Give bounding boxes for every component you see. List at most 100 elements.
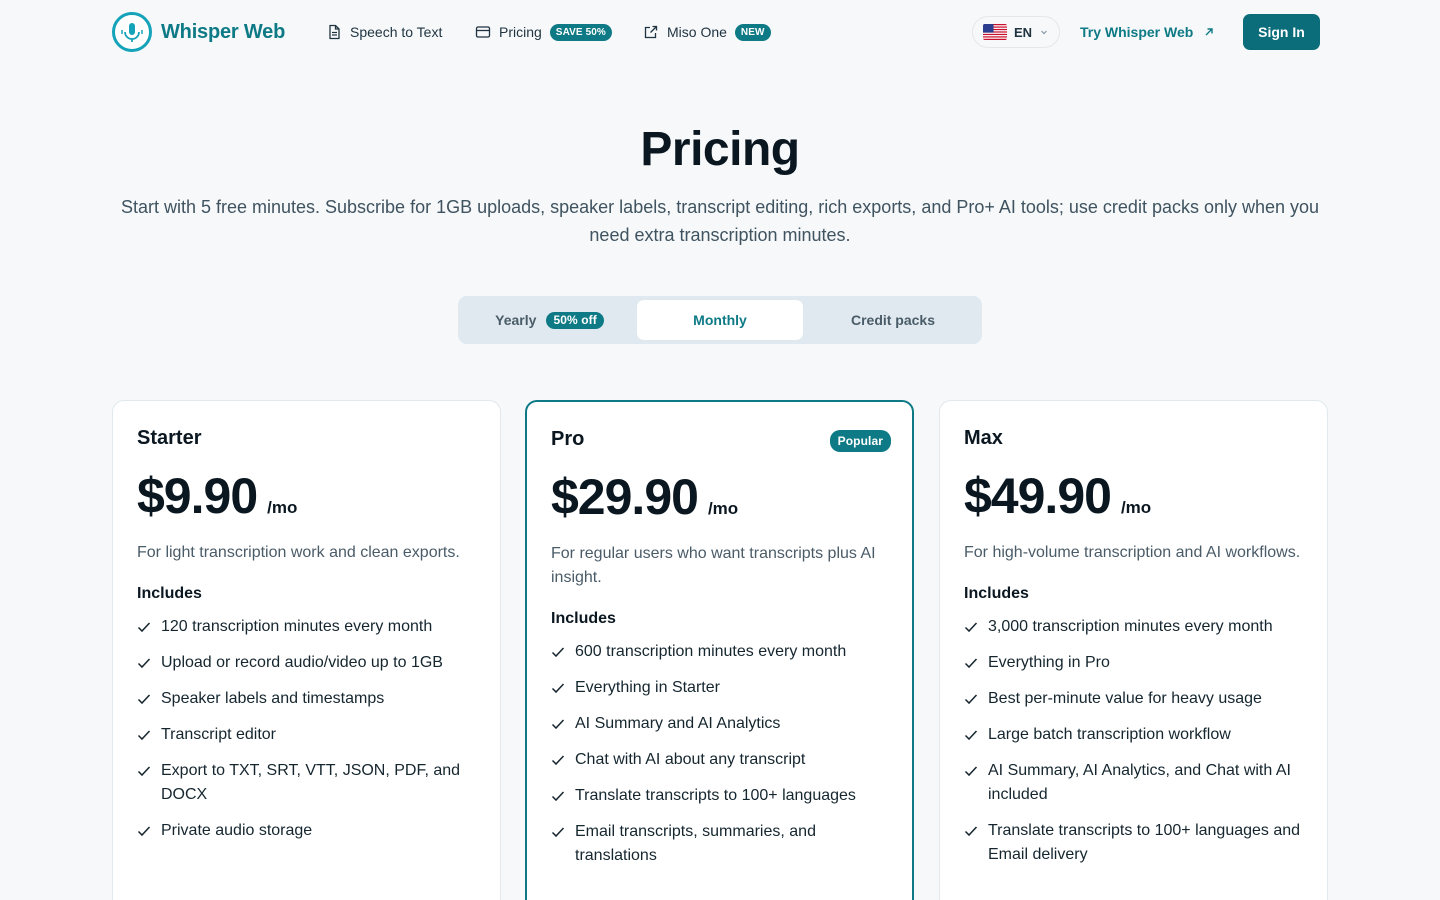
billing-toggle: Yearly 50% off Monthly Credit packs [458,296,982,344]
list-item: Chat with AI about any transcript [551,748,891,772]
feature-text: 3,000 transcription minutes every month [988,618,1273,635]
list-item: Translate transcripts to 100+ languages [551,784,891,808]
plan-name: Max [964,427,1003,449]
check-icon [964,658,978,669]
feature-text: Transcript editor [161,726,276,743]
check-icon [964,730,978,741]
feature-text: Large batch transcription workflow [988,726,1231,743]
try-whisper-web-link[interactable]: Try Whisper Web [1080,20,1215,44]
new-badge: NEW [734,23,771,41]
plan-period: /mo [267,498,298,517]
plan-description: For light transcription work and clean e… [137,544,460,561]
list-item: Large batch transcription workflow [964,723,1304,747]
tab-monthly[interactable]: Monthly [637,300,803,340]
nav-link-label: Speech to Text [350,24,443,40]
list-item: Best per-minute value for heavy usage [964,687,1304,711]
brand-name: Whisper Web [161,20,286,43]
list-item: Everything in Starter [551,676,891,700]
external-link-icon [644,25,658,39]
includes-heading: Includes [551,610,616,627]
feature-list: 600 transcription minutes every month Ev… [551,640,891,868]
list-item: AI Summary, AI Analytics, and Chat with … [964,759,1304,807]
language-label: EN [1014,24,1033,40]
check-icon [551,755,565,766]
list-item: Transcript editor [137,723,477,747]
check-icon [551,683,565,694]
includes-heading: Includes [137,585,202,602]
feature-text: Translate transcripts to 100+ languages [575,787,856,804]
plan-price: $29.90 [551,469,699,525]
brand-logo[interactable]: Whisper Web [112,12,285,52]
sign-in-button[interactable]: Sign In [1243,14,1320,50]
popular-badge: Popular [829,430,891,452]
list-item: Email transcripts, summaries, and transl… [551,820,891,868]
feature-text: Best per-minute value for heavy usage [988,690,1262,707]
plan-description: For regular users who want transcripts p… [551,545,876,586]
discount-badge: 50% off [546,311,604,329]
feature-text: Everything in Pro [988,654,1110,671]
page-title: Pricing [640,123,800,176]
includes-heading: Includes [964,585,1029,602]
check-icon [137,826,151,837]
tab-yearly[interactable]: Yearly 50% off [462,300,637,340]
feature-text: 120 transcription minutes every month [161,618,433,635]
list-item: Export to TXT, SRT, VTT, JSON, PDF, and … [137,759,477,807]
list-item: Translate transcripts to 100+ languages … [964,819,1304,867]
feature-list: 120 transcription minutes every month Up… [137,615,477,843]
plan-card-max: Max $49.90 /mo For high-volume transcrip… [939,400,1328,900]
nav-speech-to-text[interactable]: Speech to Text [326,20,442,44]
list-item: 3,000 transcription minutes every month [964,615,1304,639]
card-icon [475,26,491,38]
chevron-down-icon [1041,30,1047,35]
tab-credit-packs[interactable]: Credit packs [808,300,978,340]
feature-text: Speaker labels and timestamps [161,690,385,707]
nav-link-label: Pricing [499,24,542,40]
check-icon [137,730,151,741]
check-icon [551,719,565,730]
plan-name: Pro [551,428,585,450]
tab-label: Yearly [495,312,537,328]
tab-label: Credit packs [850,312,936,328]
feature-text: Everything in Starter [575,679,720,696]
nav-link-label: Miso One [667,24,727,40]
feature-text: AI Summary and AI Analytics [575,715,781,732]
list-item: Speaker labels and timestamps [137,687,477,711]
plan-card-starter: Starter $9.90 /mo For light transcriptio… [112,400,501,900]
check-icon [964,622,978,633]
check-icon [964,826,978,837]
check-icon [551,647,565,658]
feature-text: Chat with AI about any transcript [575,751,806,768]
feature-text: Translate transcripts to 100+ languages … [988,822,1301,863]
feature-text: AI Summary, AI Analytics, and Chat with … [988,762,1291,803]
list-item: 120 transcription minutes every month [137,615,477,639]
plan-description: For high-volume transcription and AI wor… [964,544,1301,561]
list-item: AI Summary and AI Analytics [551,712,891,736]
language-selector[interactable]: EN [972,16,1060,48]
check-icon [551,791,565,802]
check-icon [964,694,978,705]
plan-period: /mo [1120,498,1152,517]
check-icon [137,766,151,777]
us-flag-icon [983,24,1007,40]
plan-card-pro: Pro Popular $29.90 /mo For regular users… [525,400,914,900]
nav-pricing[interactable]: Pricing SAVE 50% [475,20,612,44]
check-icon [137,622,151,633]
nav-miso-one[interactable]: Miso One NEW [643,20,771,44]
top-navbar: Whisper Web Speech to Text Pricing SAVE … [0,0,1440,64]
save-badge: SAVE 50% [549,23,612,41]
microphone-icon [112,12,152,52]
check-icon [137,658,151,669]
list-item: Upload or record audio/video up to 1GB [137,651,477,675]
feature-list: 3,000 transcription minutes every month … [964,615,1304,867]
arrow-up-right-icon [1205,28,1214,36]
try-label: Try Whisper Web [1080,24,1194,40]
list-item: Private audio storage [137,819,477,843]
tab-label: Monthly [693,312,747,328]
feature-text: 600 transcription minutes every month [575,643,847,660]
page-subtitle: Start with 5 free minutes. Subscribe for… [120,197,1320,245]
plan-period: /mo [707,499,739,518]
plan-price: $9.90 [137,468,258,524]
list-item: Everything in Pro [964,651,1304,675]
plan-name: Starter [137,427,202,449]
feature-text: Email transcripts, summaries, and transl… [575,823,816,864]
